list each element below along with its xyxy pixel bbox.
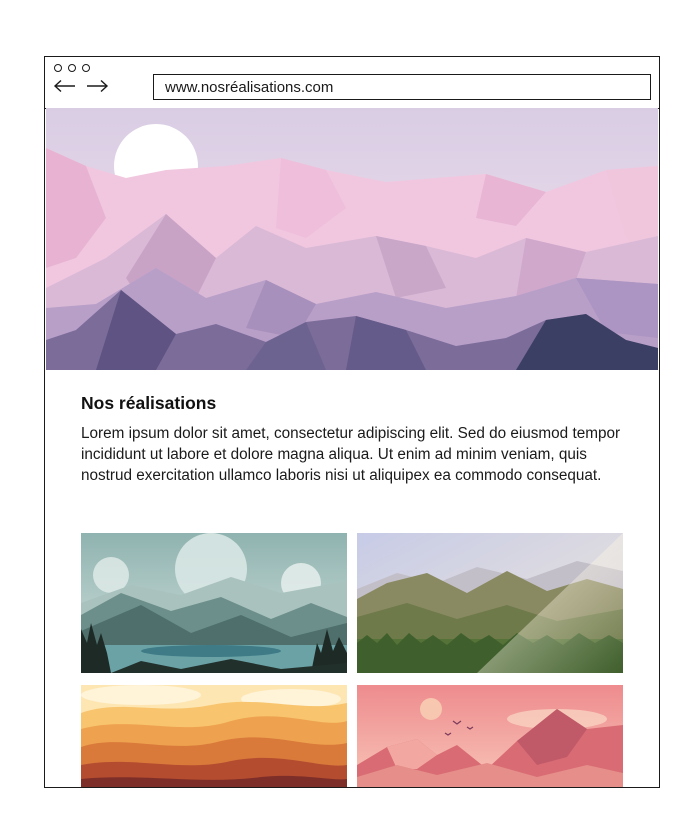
section-title: Nos réalisations <box>81 393 217 413</box>
browser-toolbar: www.nosréalisations.com <box>45 57 659 109</box>
nav-buttons <box>53 79 109 93</box>
arrow-left-icon[interactable] <box>53 79 77 93</box>
window-dot-icon[interactable] <box>82 64 90 72</box>
address-bar[interactable]: www.nosréalisations.com <box>153 74 651 100</box>
window-dot-icon[interactable] <box>68 64 76 72</box>
gallery-item[interactable] <box>357 685 623 787</box>
image-gallery <box>81 533 623 787</box>
section-body: Lorem ipsum dolor sit amet, consectetur … <box>81 425 621 484</box>
landscape-thumbnail-icon <box>357 533 623 673</box>
hero-image <box>46 108 658 370</box>
window-dot-icon[interactable] <box>54 64 62 72</box>
landscape-thumbnail-icon <box>357 685 623 787</box>
gallery-item[interactable] <box>81 533 347 673</box>
content-section: Nos réalisations Lorem ipsum dolor sit a… <box>81 393 629 486</box>
gallery-item[interactable] <box>81 685 347 787</box>
landscape-thumbnail-icon <box>81 533 347 673</box>
url-text: www.nosréalisations.com <box>165 78 334 96</box>
arrow-right-icon[interactable] <box>85 79 109 93</box>
window-controls <box>54 64 90 72</box>
browser-window: www.nosréalisations.com Nos réalisations… <box>44 56 660 788</box>
landscape-thumbnail-icon <box>81 685 347 787</box>
gallery-item[interactable] <box>357 533 623 673</box>
